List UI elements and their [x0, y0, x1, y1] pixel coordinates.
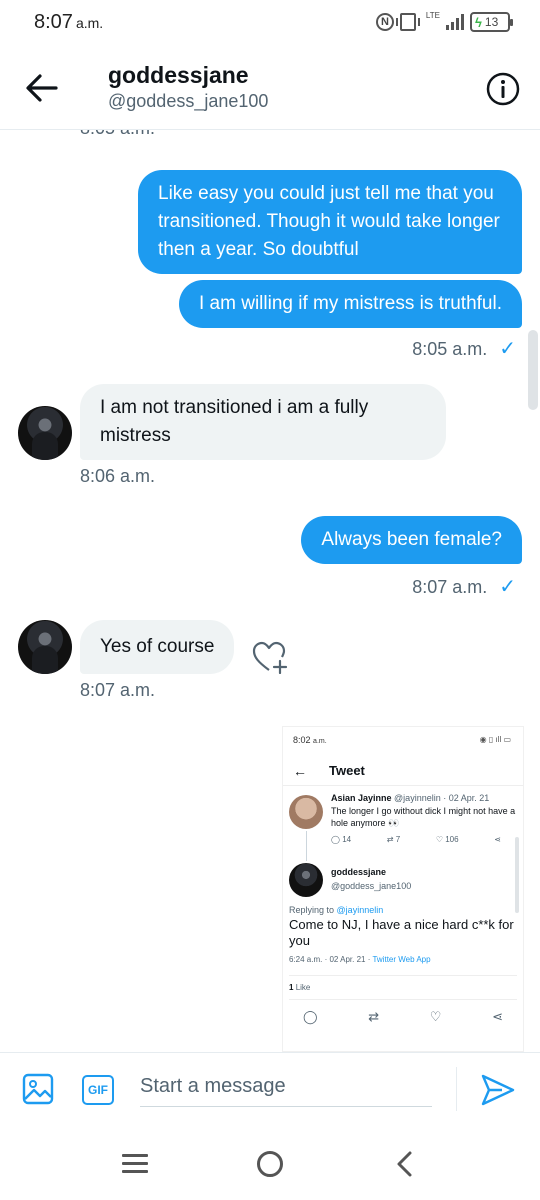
scrollbar[interactable] — [528, 330, 538, 410]
shared-image[interactable]: 8:02 a.m. ◉ ▯ ıll ▭ ← Tweet Asian Jayinn… — [282, 726, 524, 1052]
incoming-message[interactable]: Yes of course — [80, 620, 235, 674]
vibrate-icon — [395, 13, 420, 31]
signal-icon — [446, 14, 464, 30]
like-icon: ♡ — [429, 1009, 442, 1024]
info-icon[interactable] — [486, 72, 520, 106]
embed-like-label: Like — [295, 983, 311, 992]
message-timestamp: 8:07 a.m. — [80, 680, 156, 700]
status-time: 8:07 a.m. — [34, 11, 103, 34]
sent-check-icon: ✓ — [499, 338, 516, 360]
embed-ampm: a.m. — [313, 738, 327, 745]
replying-prefix: Replying to — [289, 905, 335, 915]
embed-avatar — [289, 795, 323, 829]
message-input[interactable] — [140, 1067, 432, 1107]
nav-back-icon[interactable] — [394, 1150, 414, 1178]
battery-level: 13 — [484, 15, 499, 29]
message-timestamp: 8:07 a.m. — [412, 577, 488, 597]
share-icon: ⋖ — [492, 1009, 503, 1024]
embed-back-arrow-icon: ← — [293, 763, 307, 779]
recent-apps-icon[interactable] — [122, 1154, 148, 1174]
embed-reply-actions: ◯ ⇄ ♡ ⋖ — [303, 1009, 503, 1025]
status-bar: 8:07 a.m. N LTE ϟ 13 — [0, 0, 540, 44]
status-icons: N LTE ϟ 13 — [375, 11, 513, 32]
divider — [456, 1067, 457, 1111]
contact-handle: @goddess_jane100 — [108, 91, 269, 111]
retweet-count: 7 — [395, 835, 401, 844]
divider — [283, 785, 523, 786]
embed-reply-text: Come to NJ, I have a nice hard c**k for … — [289, 917, 514, 948]
embed-original-text: The longer I go without dick I might not… — [331, 806, 516, 828]
embed-scrollbar — [515, 837, 519, 913]
like-count: 106 — [445, 835, 459, 844]
message-composer: GIF — [0, 1052, 540, 1126]
battery-icon: ϟ 13 — [470, 12, 513, 32]
retweet-icon: ⇄ 7 — [386, 835, 401, 844]
embed-reply-date: 6:24 a.m. · 02 Apr. 21 · — [289, 955, 373, 964]
outgoing-message[interactable]: Always been female? — [301, 516, 522, 564]
image-icon[interactable] — [22, 1073, 54, 1105]
message-meta: 8:07 a.m. ✓ — [412, 574, 516, 599]
divider — [289, 999, 517, 1000]
message-meta: 8:05 a.m. ✓ — [412, 336, 516, 361]
outgoing-message[interactable]: I am willing if my mistress is truthful. — [179, 280, 522, 328]
system-navigation-bar — [0, 1126, 540, 1200]
embed-original-name: Asian Jayinne — [331, 793, 392, 803]
message-timestamp: 8:05 a.m. — [80, 130, 155, 139]
embed-reply-name: goddessjane — [331, 867, 387, 877]
outgoing-message[interactable]: Like easy you could just tell me that yo… — [138, 170, 522, 274]
message-timestamp: 8:05 a.m. — [412, 339, 488, 359]
send-icon[interactable] — [480, 1073, 516, 1107]
replying-handle: @jayinnelin — [336, 905, 384, 915]
embed-status-time: 8:02 a.m. — [293, 735, 327, 745]
sent-check-icon: ✓ — [499, 576, 516, 598]
thread-line — [306, 831, 307, 861]
avatar[interactable] — [18, 620, 72, 674]
add-reaction-icon[interactable] — [252, 640, 288, 674]
status-ampm: a.m. — [75, 15, 104, 31]
avatar[interactable] — [18, 406, 72, 460]
embed-reply-meta: 6:24 a.m. · 02 Apr. 21 · Twitter Web App — [289, 955, 431, 964]
embed-reply-source: Twitter Web App — [372, 955, 431, 964]
embed-original-handle: @jayinnelin · 02 Apr. 21 — [394, 793, 490, 803]
gif-button[interactable]: GIF — [82, 1075, 114, 1105]
embed-like-count: 1 — [289, 983, 294, 992]
embed-original-actions: ◯ 14 ⇄ 7 ♡ 106 ⋖ — [331, 835, 501, 844]
network-type: LTE — [425, 11, 440, 20]
home-icon[interactable] — [257, 1151, 283, 1177]
embed-title: Tweet — [329, 763, 365, 778]
incoming-message[interactable]: I am not transitioned i am a fully mistr… — [80, 384, 446, 460]
like-icon: ♡ 106 — [435, 835, 459, 844]
message-thread[interactable]: 8:05 a.m. Like easy you could just tell … — [0, 130, 540, 1052]
divider — [289, 975, 517, 976]
conversation-header: goddessjane @goddess_jane100 — [0, 44, 540, 130]
embed-reply-handle: @goddess_jane100 — [331, 881, 412, 891]
reply-icon: ◯ 14 — [331, 835, 352, 844]
embed-avatar — [289, 863, 323, 897]
embed-like-summary: 1 Like — [289, 983, 310, 992]
status-clock: 8:07 — [34, 11, 73, 33]
retweet-icon: ⇄ — [368, 1009, 380, 1024]
nfc-icon: N — [375, 13, 394, 31]
share-icon: ⋖ — [494, 835, 501, 844]
back-arrow-icon[interactable] — [22, 70, 62, 106]
embed-clock: 8:02 — [293, 735, 311, 745]
message-timestamp: 8:06 a.m. — [80, 466, 156, 486]
embed-status-icons: ◉ ▯ ıll ▭ — [479, 735, 511, 744]
embed-original-author: Asian Jayinne @jayinnelin · 02 Apr. 21 — [331, 793, 489, 803]
contact-name[interactable]: goddessjane — [108, 62, 249, 89]
reply-count: 14 — [342, 835, 352, 844]
embed-replying-to: Replying to @jayinnelin — [289, 905, 383, 915]
reply-icon: ◯ — [303, 1009, 318, 1024]
